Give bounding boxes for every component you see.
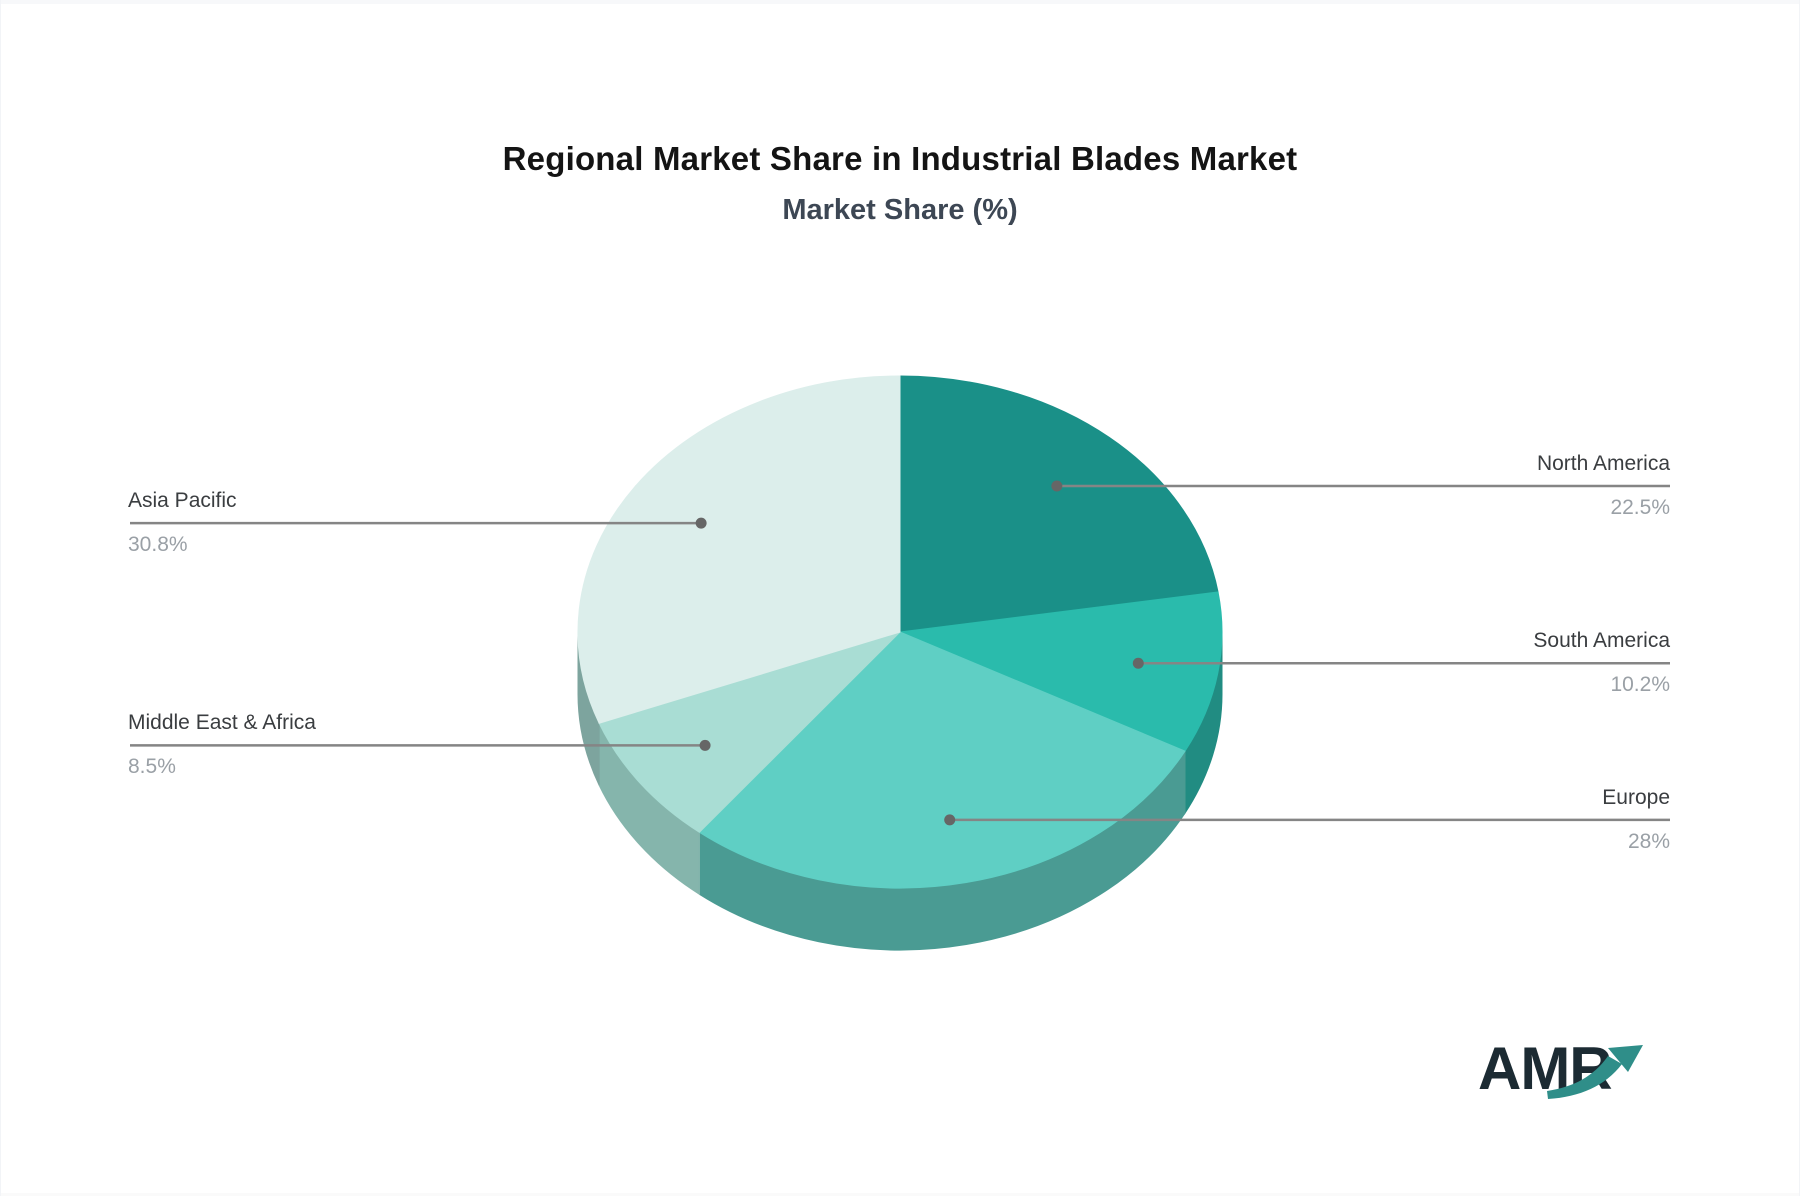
slice-label-value: 22.5% bbox=[1610, 496, 1670, 519]
growth-arrow-icon bbox=[1547, 1045, 1643, 1099]
chart-canvas: Regional Market Share in Industrial Blad… bbox=[0, 0, 1800, 1196]
slice-label-value: 8.5% bbox=[128, 755, 176, 779]
slice-label-name: Europe bbox=[1602, 785, 1670, 809]
slice-label-value: 30.8% bbox=[128, 533, 188, 557]
leader-dot-north-america bbox=[1051, 480, 1063, 492]
slice-label-name: North America bbox=[1536, 452, 1670, 475]
slice-label-value: 10.2% bbox=[1610, 673, 1670, 697]
slice-label-value: 28% bbox=[1627, 829, 1670, 853]
leader-dot-south-america bbox=[1132, 657, 1144, 669]
pie-chart bbox=[130, 375, 1670, 951]
pie-slice-north-america[interactable] bbox=[899, 375, 1219, 633]
leader-dot-asia-pacific bbox=[695, 517, 707, 529]
leader-dot-europe bbox=[944, 814, 956, 826]
brand-logo: AMR bbox=[1472, 1032, 1702, 1122]
slice-label-name: Middle East & Africa bbox=[128, 711, 316, 735]
slice-label-name: South America bbox=[1533, 629, 1670, 653]
leader-dot-middle-east-africa bbox=[699, 739, 711, 751]
slice-label-name: Asia Pacific bbox=[128, 489, 237, 513]
